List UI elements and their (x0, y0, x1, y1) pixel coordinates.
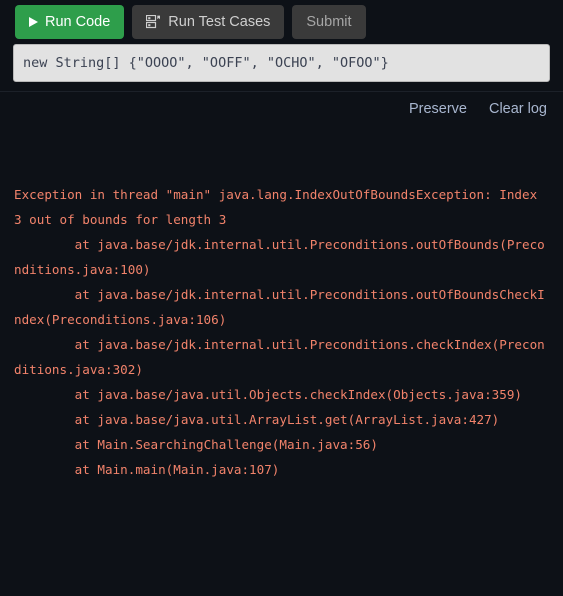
run-test-cases-label: Run Test Cases (168, 13, 271, 30)
submit-label: Submit (306, 13, 352, 30)
submit-button[interactable]: Submit (292, 5, 366, 39)
code-input-container (0, 44, 563, 82)
play-icon (29, 17, 38, 27)
console-header: Preserve Clear log (0, 91, 563, 126)
run-test-cases-button[interactable]: Run Test Cases (132, 5, 285, 39)
clear-log-link[interactable]: Clear log (489, 101, 547, 117)
run-code-label: Run Code (45, 13, 111, 30)
code-input[interactable] (13, 44, 550, 82)
test-cases-icon (146, 14, 161, 29)
console-error-text: Exception in thread "main" java.lang.Ind… (14, 187, 545, 477)
action-toolbar: Run Code Run Test Cases Submit (0, 0, 563, 44)
run-code-button[interactable]: Run Code (15, 5, 125, 39)
preserve-link[interactable]: Preserve (409, 101, 467, 117)
console-output[interactable]: Exception in thread "main" java.lang.Ind… (0, 126, 563, 586)
